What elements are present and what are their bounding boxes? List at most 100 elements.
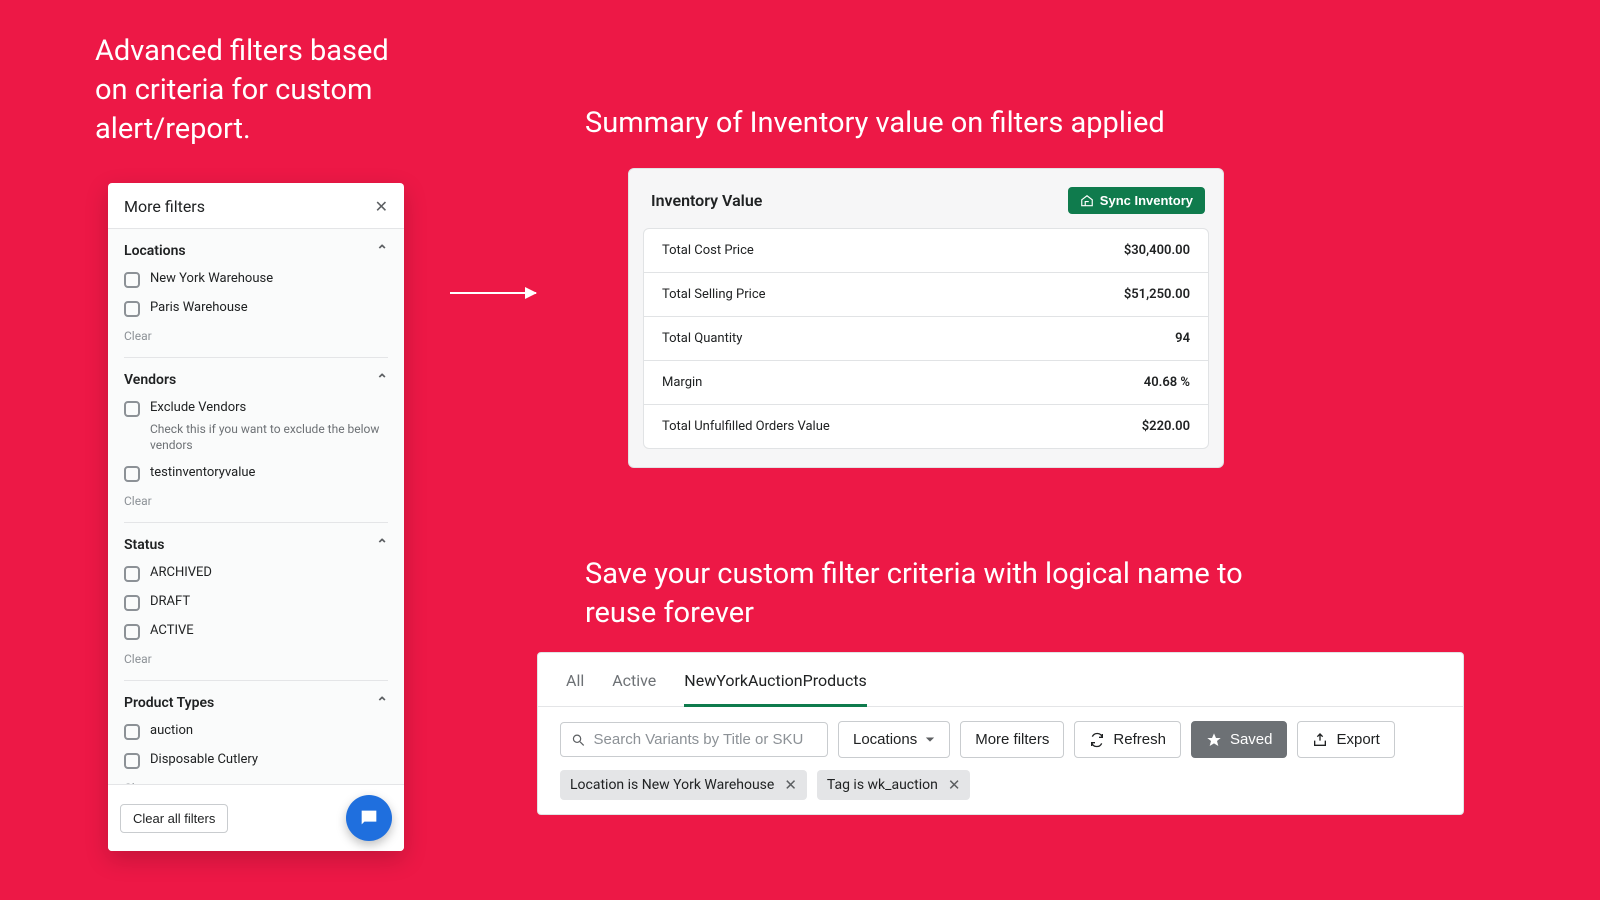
clear-link[interactable]: Clear (124, 652, 388, 666)
refresh-label: Refresh (1113, 731, 1166, 748)
search-input-wrap[interactable] (560, 722, 828, 757)
checkbox-label: Paris Warehouse (150, 300, 248, 315)
filter-chip: Location is New York Warehouse ✕ (560, 770, 807, 800)
summary-row: Margin 40.68 % (644, 361, 1208, 405)
saved-button[interactable]: Saved (1191, 721, 1288, 758)
filters-footer: Clear all filters (108, 784, 404, 851)
summary-row: Total Cost Price $30,400.00 (644, 229, 1208, 273)
chip-label: Tag is wk_auction (827, 777, 938, 793)
checkbox-row[interactable]: testinventoryvalue (124, 465, 388, 482)
checkbox-row[interactable]: auction (124, 723, 388, 740)
filters-panel: More filters ✕ Locations ⌃ New York Ware… (108, 183, 404, 851)
chevron-up-icon: ⌃ (376, 537, 388, 553)
export-icon (1312, 732, 1328, 748)
checkbox-label: Disposable Cutlery (150, 752, 258, 767)
summary-table: Total Cost Price $30,400.00 Total Selling… (643, 228, 1209, 449)
summary-value: 40.68 % (1144, 375, 1190, 390)
summary-value: $51,250.00 (1124, 287, 1190, 302)
tab-all[interactable]: All (566, 671, 584, 706)
checkbox-icon (124, 301, 140, 317)
close-icon[interactable]: ✕ (784, 778, 797, 793)
summary-title: Inventory Value (651, 191, 762, 210)
export-button[interactable]: Export (1297, 721, 1394, 758)
chevron-up-icon: ⌃ (376, 372, 388, 388)
section-head-vendors[interactable]: Vendors ⌃ (124, 372, 388, 388)
close-icon[interactable]: ✕ (375, 199, 388, 215)
sync-label: Sync Inventory (1100, 193, 1193, 208)
caption-toolbar: Save your custom filter criteria with lo… (585, 555, 1265, 633)
toolbar-card: All Active NewYorkAuctionProducts Locati… (537, 652, 1464, 815)
tab-active[interactable]: Active (612, 671, 656, 706)
tab-newyorkauctionproducts[interactable]: NewYorkAuctionProducts (684, 671, 867, 707)
chevron-up-icon: ⌃ (376, 695, 388, 711)
section-head-product-types[interactable]: Product Types ⌃ (124, 695, 388, 711)
search-input[interactable] (594, 731, 817, 748)
locations-label: Locations (853, 731, 917, 748)
filters-body: Locations ⌃ New York Warehouse Paris War… (108, 229, 404, 784)
sync-inventory-button[interactable]: Sync Inventory (1068, 187, 1205, 214)
checkbox-label: Exclude Vendors (150, 400, 246, 415)
summary-label: Total Selling Price (662, 287, 766, 302)
summary-row: Total Unfulfilled Orders Value $220.00 (644, 405, 1208, 448)
search-icon (571, 732, 586, 748)
section-status: Status ⌃ ARCHIVED DRAFT ACTIVE Clear (124, 523, 388, 681)
checkbox-label: ACTIVE (150, 623, 194, 638)
chevron-down-icon (925, 736, 935, 744)
checkbox-row[interactable]: ARCHIVED (124, 565, 388, 582)
caption-summary: Summary of Inventory value on filters ap… (585, 104, 1165, 143)
section-product-types: Product Types ⌃ auction Disposable Cutle… (124, 681, 388, 784)
checkbox-icon (124, 566, 140, 582)
star-icon (1206, 732, 1222, 748)
export-label: Export (1336, 731, 1379, 748)
refresh-icon (1089, 732, 1105, 748)
chip-label: Location is New York Warehouse (570, 777, 774, 793)
checkbox-icon (124, 272, 140, 288)
section-head-locations[interactable]: Locations ⌃ (124, 243, 388, 259)
section-title: Vendors (124, 372, 176, 388)
checkbox-label: DRAFT (150, 594, 190, 609)
clear-all-button[interactable]: Clear all filters (120, 804, 228, 833)
checkbox-row[interactable]: ACTIVE (124, 623, 388, 640)
checkbox-icon (124, 595, 140, 611)
summary-row: Total Quantity94 (644, 317, 1208, 361)
checkbox-label: ARCHIVED (150, 565, 212, 580)
checkbox-label: New York Warehouse (150, 271, 273, 286)
checkbox-row[interactable]: DRAFT (124, 594, 388, 611)
summary-label: Total Unfulfilled Orders Value (662, 419, 830, 434)
caption-filters: Advanced filters based on criteria for c… (95, 32, 425, 149)
summary-value: $30,400.00 (1124, 243, 1190, 258)
clear-link[interactable]: Clear (124, 494, 388, 508)
refresh-button[interactable]: Refresh (1074, 721, 1181, 758)
checkbox-row[interactable]: Exclude Vendors (124, 400, 388, 417)
toolbar-row: Locations More filters Refresh Saved Exp… (538, 707, 1463, 758)
checkbox-icon (124, 724, 140, 740)
section-head-status[interactable]: Status ⌃ (124, 537, 388, 553)
section-title: Locations (124, 243, 186, 259)
summary-card: Inventory Value Sync Inventory Total Cos… (628, 168, 1224, 468)
section-title: Status (124, 537, 164, 553)
summary-label: Margin (662, 375, 702, 390)
filters-title: More filters (124, 197, 205, 216)
chat-icon[interactable] (346, 795, 392, 841)
more-filters-button[interactable]: More filters (960, 721, 1064, 758)
checkbox-row[interactable]: Paris Warehouse (124, 300, 388, 317)
chevron-up-icon: ⌃ (376, 243, 388, 259)
checkbox-icon (124, 753, 140, 769)
checkbox-icon (124, 466, 140, 482)
checkbox-row[interactable]: Disposable Cutlery (124, 752, 388, 769)
locations-button[interactable]: Locations (838, 721, 950, 758)
sync-icon (1080, 194, 1094, 208)
filter-chip: Tag is wk_auction ✕ (817, 770, 971, 800)
clear-link[interactable]: Clear (124, 329, 388, 343)
summary-label: Total Cost Price (662, 243, 754, 258)
checkbox-label: auction (150, 723, 193, 738)
close-icon[interactable]: ✕ (948, 778, 961, 793)
checkbox-row[interactable]: New York Warehouse (124, 271, 388, 288)
filter-chips: Location is New York Warehouse ✕ Tag is … (538, 758, 1463, 800)
checkbox-icon (124, 401, 140, 417)
tabs: All Active NewYorkAuctionProducts (538, 653, 1463, 707)
arrow-icon (450, 292, 536, 294)
summary-value: $220.00 (1142, 419, 1190, 434)
summary-label: Total Quantity (662, 331, 742, 346)
summary-row: Total Selling Price $51,250.00 (644, 273, 1208, 317)
